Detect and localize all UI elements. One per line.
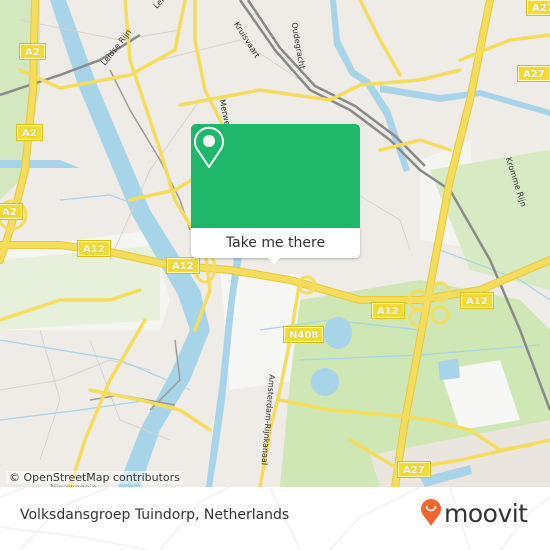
popup-pointer [267, 257, 281, 264]
location-popup: Take me there [191, 124, 360, 264]
road-shield-a12: A12 [460, 292, 494, 309]
lake [311, 368, 339, 396]
popup-header[interactable] [191, 124, 360, 228]
road-shield-a12: A12 [166, 257, 200, 274]
road-shield-a12: A12 [371, 302, 405, 319]
take-me-there-button[interactable]: Take me there [191, 228, 360, 258]
road-shield-a2: A2 [19, 43, 46, 60]
moovit-logo[interactable]: moovit [420, 499, 528, 527]
place-name: Volksdansgroep Tuindorp, Netherlands [20, 507, 290, 523]
road-shield-a2: A2 [16, 124, 43, 141]
map-pin-icon [194, 126, 224, 168]
road-shield-n408: N408 [282, 326, 325, 343]
moovit-wordmark: moovit [444, 498, 528, 528]
road-shield-a12: A12 [77, 240, 111, 257]
road-shield-a27: A27 [526, 0, 550, 16]
map-view[interactable]: A2 A2 A2 A27 A27 A12 A12 A12 A12 N408 A2… [0, 0, 550, 487]
road-shield-a27: A27 [517, 65, 550, 82]
road-shield-a2: A2 [0, 203, 23, 220]
map-attribution[interactable]: © OpenStreetMap contributors [6, 471, 183, 484]
moovit-pin-icon [421, 499, 441, 526]
road-shield-a27: A27 [397, 461, 431, 478]
footer-bar: Volksdansgroep Tuindorp, Netherlands moo… [0, 487, 550, 550]
